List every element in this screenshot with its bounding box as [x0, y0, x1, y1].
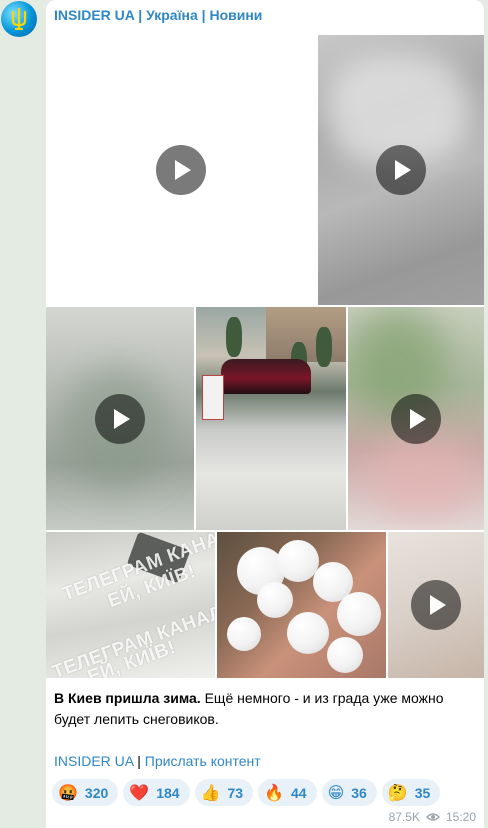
post-caption: В Киев пришла зима. Ещё немного - и из г…: [54, 688, 474, 730]
reaction-count: 44: [290, 784, 307, 801]
reaction-fire[interactable]: 🔥 44: [258, 779, 317, 806]
media-photo-hail-ground[interactable]: ТЕЛЕГРАМ КАНАЛ ЕЙ, КИЇВ! ТЕЛЕГРАМ КАНАЛ …: [46, 532, 215, 678]
eye-icon: [425, 813, 440, 821]
submit-content-link[interactable]: Прислать контент: [145, 753, 261, 769]
reaction-grin[interactable]: 😁 36: [321, 779, 377, 806]
caption-bold: В Киев пришла зима.: [54, 690, 201, 706]
media-video-2[interactable]: [318, 35, 484, 305]
play-icon[interactable]: [376, 145, 426, 195]
reaction-heart[interactable]: ❤️ 184: [123, 779, 190, 806]
views-count: 87.5K: [388, 810, 420, 824]
grin-face-icon: 😁: [327, 782, 345, 802]
message-meta: 87.5K 15:20: [389, 810, 476, 824]
play-icon[interactable]: [95, 393, 145, 444]
trident-icon: [11, 8, 27, 30]
reaction-count: 184: [156, 784, 180, 801]
angry-face-icon: 🤬: [58, 782, 78, 802]
channel-avatar[interactable]: [1, 1, 37, 37]
link-separator: |: [133, 753, 145, 769]
media-video-3[interactable]: [46, 307, 194, 530]
media-video-4[interactable]: [348, 307, 484, 530]
reactions-bar: 🤬 320 ❤️ 184 👍 73 🔥 44 😁 36 🤔 35: [52, 779, 441, 806]
message-time: 15:20: [445, 810, 476, 824]
media-photo-hail-street[interactable]: [196, 307, 346, 530]
reaction-count: 320: [84, 784, 109, 801]
reaction-thumbs-up[interactable]: 👍 73: [194, 779, 254, 806]
play-icon[interactable]: [391, 393, 441, 444]
reaction-thinking[interactable]: 🤔 35: [381, 779, 441, 806]
reaction-angry[interactable]: 🤬 320: [52, 779, 119, 806]
fire-icon: 🔥: [264, 782, 284, 802]
reaction-count: 35: [414, 784, 431, 801]
reaction-count: 73: [227, 784, 244, 801]
play-icon[interactable]: [156, 145, 206, 195]
thinking-face-icon: 🤔: [387, 782, 408, 802]
media-video-5[interactable]: [388, 532, 484, 678]
reaction-count: 36: [351, 784, 367, 801]
channel-link[interactable]: INSIDER UA: [54, 753, 133, 769]
channel-name[interactable]: INSIDER UA | Україна | Новини: [54, 7, 262, 25]
media-video-1[interactable]: [46, 35, 316, 305]
post-links: INSIDER UA | Прислать контент: [54, 751, 261, 771]
media-photo-hailstones[interactable]: [217, 532, 386, 678]
play-icon[interactable]: [411, 580, 461, 630]
message-bubble: INSIDER UA | Україна | Новини ТЕЛЕГРАМ К…: [46, 0, 484, 828]
heart-icon: ❤️: [129, 782, 150, 802]
thumbs-up-icon: 👍: [200, 782, 221, 802]
